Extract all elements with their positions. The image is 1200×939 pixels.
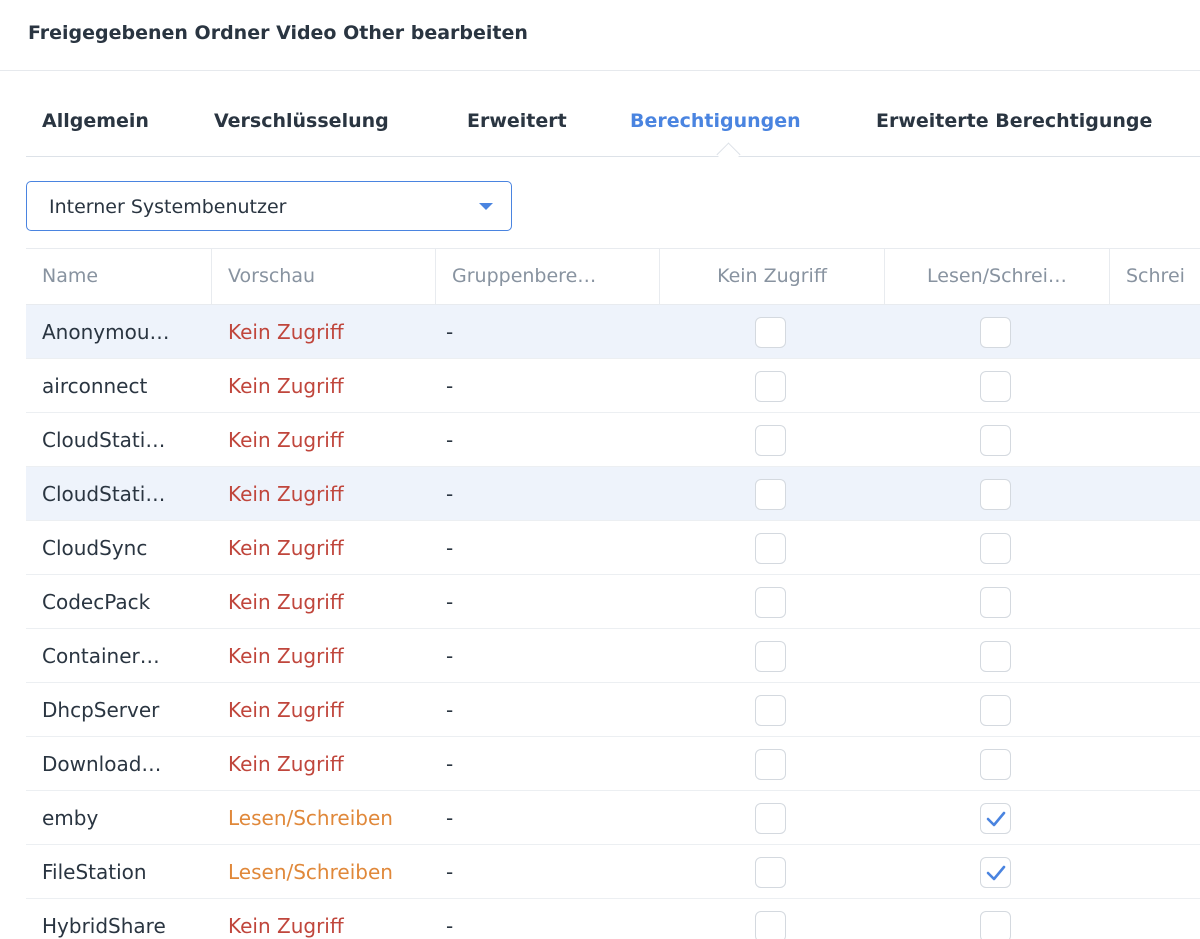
no-access-checkbox[interactable] xyxy=(755,911,786,939)
row-group-permission: - xyxy=(446,590,454,614)
row-preview: Kein Zugriff xyxy=(228,752,344,776)
permissions-table: Name Vorschau Gruppenbere… Kein Zugriff … xyxy=(26,248,1200,939)
row-name: Download… xyxy=(42,752,162,776)
table-body: Anonymou… Kein Zugriff - airconnect Kein Zug… xyxy=(26,305,1200,939)
row-group-permission: - xyxy=(446,482,454,506)
row-name: airconnect xyxy=(42,374,148,398)
row-group-permission: - xyxy=(446,374,454,398)
read-write-checkbox[interactable] xyxy=(980,857,1011,888)
row-name: Anonymou… xyxy=(42,320,170,344)
column-header-no-access[interactable]: Kein Zugriff xyxy=(660,249,885,304)
table-row[interactable]: HybridShare Kein Zugriff - xyxy=(26,899,1200,939)
read-write-checkbox[interactable] xyxy=(980,425,1011,456)
row-preview: Kein Zugriff xyxy=(228,482,344,506)
no-access-checkbox[interactable] xyxy=(755,425,786,456)
row-preview: Kein Zugriff xyxy=(228,374,344,398)
chevron-down-icon xyxy=(479,203,493,210)
no-access-checkbox[interactable] xyxy=(755,803,786,834)
column-header-read-write[interactable]: Lesen/Schrei… xyxy=(885,249,1110,304)
column-header-name[interactable]: Name xyxy=(26,249,212,304)
row-group-permission: - xyxy=(446,536,454,560)
row-group-permission: - xyxy=(446,860,454,884)
no-access-checkbox[interactable] xyxy=(755,641,786,672)
table-row[interactable]: Anonymou… Kein Zugriff - xyxy=(26,305,1200,359)
table-row[interactable]: Download… Kein Zugriff - xyxy=(26,737,1200,791)
row-name: CloudSync xyxy=(42,536,148,560)
dialog-title: Freigegebenen Ordner Video Other bearbei… xyxy=(28,22,528,44)
tab-erweitert[interactable]: Erweitert xyxy=(467,110,567,132)
row-name: Container… xyxy=(42,644,160,668)
tab-verschluesselung[interactable]: Verschlüsselung xyxy=(214,110,389,132)
table-row[interactable]: FileStation Lesen/Schreiben - xyxy=(26,845,1200,899)
user-type-dropdown[interactable]: Interner Systembenutzer xyxy=(26,181,512,231)
table-row[interactable]: airconnect Kein Zugriff - xyxy=(26,359,1200,413)
row-name: CloudStati… xyxy=(42,482,166,506)
no-access-checkbox[interactable] xyxy=(755,749,786,780)
tab-allgemein[interactable]: Allgemein xyxy=(42,110,149,132)
edit-shared-folder-dialog: Freigegebenen Ordner Video Other bearbei… xyxy=(0,0,1200,939)
table-row[interactable]: CodecPack Kein Zugriff - xyxy=(26,575,1200,629)
row-name: CloudStati… xyxy=(42,428,166,452)
read-write-checkbox[interactable] xyxy=(980,317,1011,348)
row-preview: Lesen/Schreiben xyxy=(228,806,393,830)
column-header-preview[interactable]: Vorschau xyxy=(212,249,436,304)
row-preview: Kein Zugriff xyxy=(228,536,344,560)
row-name: HybridShare xyxy=(42,914,166,938)
no-access-checkbox[interactable] xyxy=(755,317,786,348)
row-group-permission: - xyxy=(446,752,454,776)
read-write-checkbox[interactable] xyxy=(980,695,1011,726)
row-group-permission: - xyxy=(446,806,454,830)
row-group-permission: - xyxy=(446,320,454,344)
dialog-title-bar: Freigegebenen Ordner Video Other bearbei… xyxy=(0,0,1200,71)
no-access-checkbox[interactable] xyxy=(755,857,786,888)
table-row[interactable]: Container… Kein Zugriff - xyxy=(26,629,1200,683)
read-write-checkbox[interactable] xyxy=(980,479,1011,510)
row-group-permission: - xyxy=(446,698,454,722)
row-preview: Kein Zugriff xyxy=(228,914,344,938)
table-row[interactable]: emby Lesen/Schreiben - xyxy=(26,791,1200,845)
read-write-checkbox[interactable] xyxy=(980,533,1011,564)
no-access-checkbox[interactable] xyxy=(755,695,786,726)
read-write-checkbox[interactable] xyxy=(980,749,1011,780)
no-access-checkbox[interactable] xyxy=(755,587,786,618)
no-access-checkbox[interactable] xyxy=(755,533,786,564)
row-name: emby xyxy=(42,806,99,830)
tab-berechtigungen[interactable]: Berechtigungen xyxy=(630,110,801,132)
read-write-checkbox[interactable] xyxy=(980,641,1011,672)
row-name: DhcpServer xyxy=(42,698,160,722)
row-name: FileStation xyxy=(42,860,147,884)
no-access-checkbox[interactable] xyxy=(755,479,786,510)
no-access-checkbox[interactable] xyxy=(755,371,786,402)
row-preview: Kein Zugriff xyxy=(228,320,344,344)
row-name: CodecPack xyxy=(42,590,151,614)
read-write-checkbox[interactable] xyxy=(980,911,1011,939)
read-write-checkbox[interactable] xyxy=(980,371,1011,402)
row-preview: Kein Zugriff xyxy=(228,644,344,668)
tab-bar: Allgemein Verschlüsselung Erweitert Bere… xyxy=(26,96,1200,167)
tab-erweiterte-berechtigungen[interactable]: Erweiterte Berechtigunge xyxy=(876,110,1152,132)
column-header-group-permission[interactable]: Gruppenbere… xyxy=(436,249,660,304)
active-tab-indicator xyxy=(716,142,741,167)
table-row[interactable]: DhcpServer Kein Zugriff - xyxy=(26,683,1200,737)
row-group-permission: - xyxy=(446,644,454,668)
read-write-checkbox[interactable] xyxy=(980,803,1011,834)
row-preview: Lesen/Schreiben xyxy=(228,860,393,884)
table-row[interactable]: CloudStati… Kein Zugriff - xyxy=(26,467,1200,521)
table-row[interactable]: CloudStati… Kein Zugriff - xyxy=(26,413,1200,467)
user-type-dropdown-value: Interner Systembenutzer xyxy=(49,196,287,218)
row-preview: Kein Zugriff xyxy=(228,428,344,452)
row-group-permission: - xyxy=(446,914,454,938)
column-header-read-only[interactable]: Schrei xyxy=(1110,249,1200,304)
row-group-permission: - xyxy=(446,428,454,452)
row-preview: Kein Zugriff xyxy=(228,590,344,614)
read-write-checkbox[interactable] xyxy=(980,587,1011,618)
row-preview: Kein Zugriff xyxy=(228,698,344,722)
table-header: Name Vorschau Gruppenbere… Kein Zugriff … xyxy=(26,249,1200,305)
table-row[interactable]: CloudSync Kein Zugriff - xyxy=(26,521,1200,575)
